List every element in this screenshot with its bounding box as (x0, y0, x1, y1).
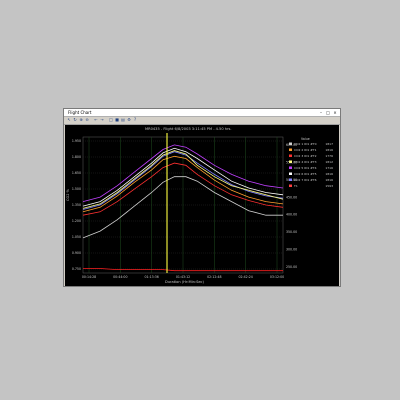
right-tick-label: 400.00 (286, 213, 297, 217)
right-tick-label: 450.00 (286, 195, 297, 199)
legend-swatch (289, 142, 292, 145)
x-tick-label: 02:42:24 (239, 275, 253, 279)
legend-label: CO2 4 ID1 #T3 (294, 160, 317, 164)
cursor-icon[interactable]: ↖ (67, 118, 71, 122)
y-tick-label: 0.750 (72, 267, 81, 271)
legend-label: CO2 2 ID1 #T1 (294, 148, 317, 152)
chart-toolbar: ↖ ↻ ⊕ ⊖ ← → □ ■ ▤ ⚙ ? (64, 117, 340, 125)
copy-icon[interactable]: □ (109, 118, 113, 122)
x-tick-label: 03:12:00 (270, 275, 284, 279)
legend-swatch (289, 184, 292, 187)
legend-swatch (289, 178, 292, 181)
legend-value: 1716 (325, 166, 333, 170)
chart-area[interactable]: MR0435 - Flight 6/8/2003 3:11:45 PM - 4.… (65, 125, 339, 286)
right-tick-label: 300.00 (286, 248, 297, 252)
x-tick-label: 01:43:12 (176, 275, 190, 279)
y-tick-label: 1.350 (72, 203, 81, 207)
legend-value: 1816 (325, 172, 333, 176)
y-tick-label: 1.650 (72, 171, 81, 175)
legend-swatch (289, 160, 292, 163)
legend-swatch (289, 172, 292, 175)
help-icon[interactable]: ? (133, 118, 137, 122)
save-icon[interactable]: ■ (115, 118, 119, 122)
y-tick-label: 1.800 (72, 155, 81, 159)
legend-swatch (289, 166, 292, 169)
flight-chart-window: Flight Chart – □ × ↖ ↻ ⊕ ⊖ ← → □ ■ ▤ ⚙ ?… (63, 108, 341, 287)
x-tick-label: 02:12:48 (207, 275, 221, 279)
settings-icon[interactable]: ⚙ (127, 118, 131, 122)
refresh-icon[interactable]: ↻ (73, 118, 77, 122)
legend-label: CO2 5 ID1 #T4 (294, 166, 317, 170)
legend-label: CO2 1 ID1 #T0 (294, 142, 317, 146)
x-tick-label: 00:44:00 (113, 275, 127, 279)
legend-swatch (289, 154, 292, 157)
legend-value: 1776 (325, 154, 333, 158)
y-axis-label: CO2 % (66, 188, 70, 201)
back-icon[interactable]: ← (94, 118, 98, 122)
legend-header: Value (301, 137, 310, 141)
window-title: Flight Chart (68, 110, 92, 115)
legend-value: 1817 (325, 142, 333, 146)
legend-label: CO2 3 ID1 #T2 (294, 154, 317, 158)
legend-label: CO2 7 ID1 #T6 (294, 178, 317, 182)
zoom-out-icon[interactable]: ⊖ (85, 118, 89, 122)
legend-value: 1812 (325, 160, 333, 164)
x-axis-label: Duration (Hr:Min:Sec) (165, 280, 205, 284)
y-tick-label: 1.200 (72, 219, 81, 223)
legend-label: CO2 6 ID1 #T5 (294, 172, 317, 176)
zoom-in-icon[interactable]: ⊕ (79, 118, 83, 122)
legend-value: 1816 (325, 148, 333, 152)
legend: CO2 1 ID1 #T0 1817 CO2 2 ID1 #T1 1816 CO2 3 … (289, 142, 333, 188)
maximize-button[interactable]: □ (325, 110, 331, 115)
legend-label: T1 (293, 184, 298, 188)
legend-swatch (289, 148, 292, 151)
legend-value: 1816 (325, 178, 333, 182)
minimize-button[interactable]: – (318, 110, 324, 115)
x-tick-label: 01:13:36 (145, 275, 159, 279)
chart-title: MR0435 - Flight 6/8/2003 3:11:45 PM - 4.… (145, 127, 232, 131)
legend-value: 1593 (325, 184, 333, 188)
window-titlebar[interactable]: Flight Chart – □ × (64, 109, 340, 117)
right-tick-label: 350.00 (286, 230, 297, 234)
print-icon[interactable]: ▤ (121, 118, 125, 122)
grid (82, 136, 284, 274)
y-tick-label: 1.050 (72, 235, 81, 239)
y-tick-label: 0.900 (72, 251, 81, 255)
close-button[interactable]: × (332, 110, 338, 115)
ticks: 1.950 1.800 1.650 1.500 1.350 1.200 1.050 0.900… (72, 139, 297, 279)
y-tick-label: 1.500 (72, 187, 81, 191)
y-tick-label: 1.950 (72, 139, 81, 143)
chart-svg: MR0435 - Flight 6/8/2003 3:11:45 PM - 4.… (66, 127, 333, 284)
right-tick-label: 250.00 (286, 265, 297, 269)
forward-icon[interactable]: → (100, 118, 104, 122)
x-tick-label: 00:14:28 (82, 275, 96, 279)
